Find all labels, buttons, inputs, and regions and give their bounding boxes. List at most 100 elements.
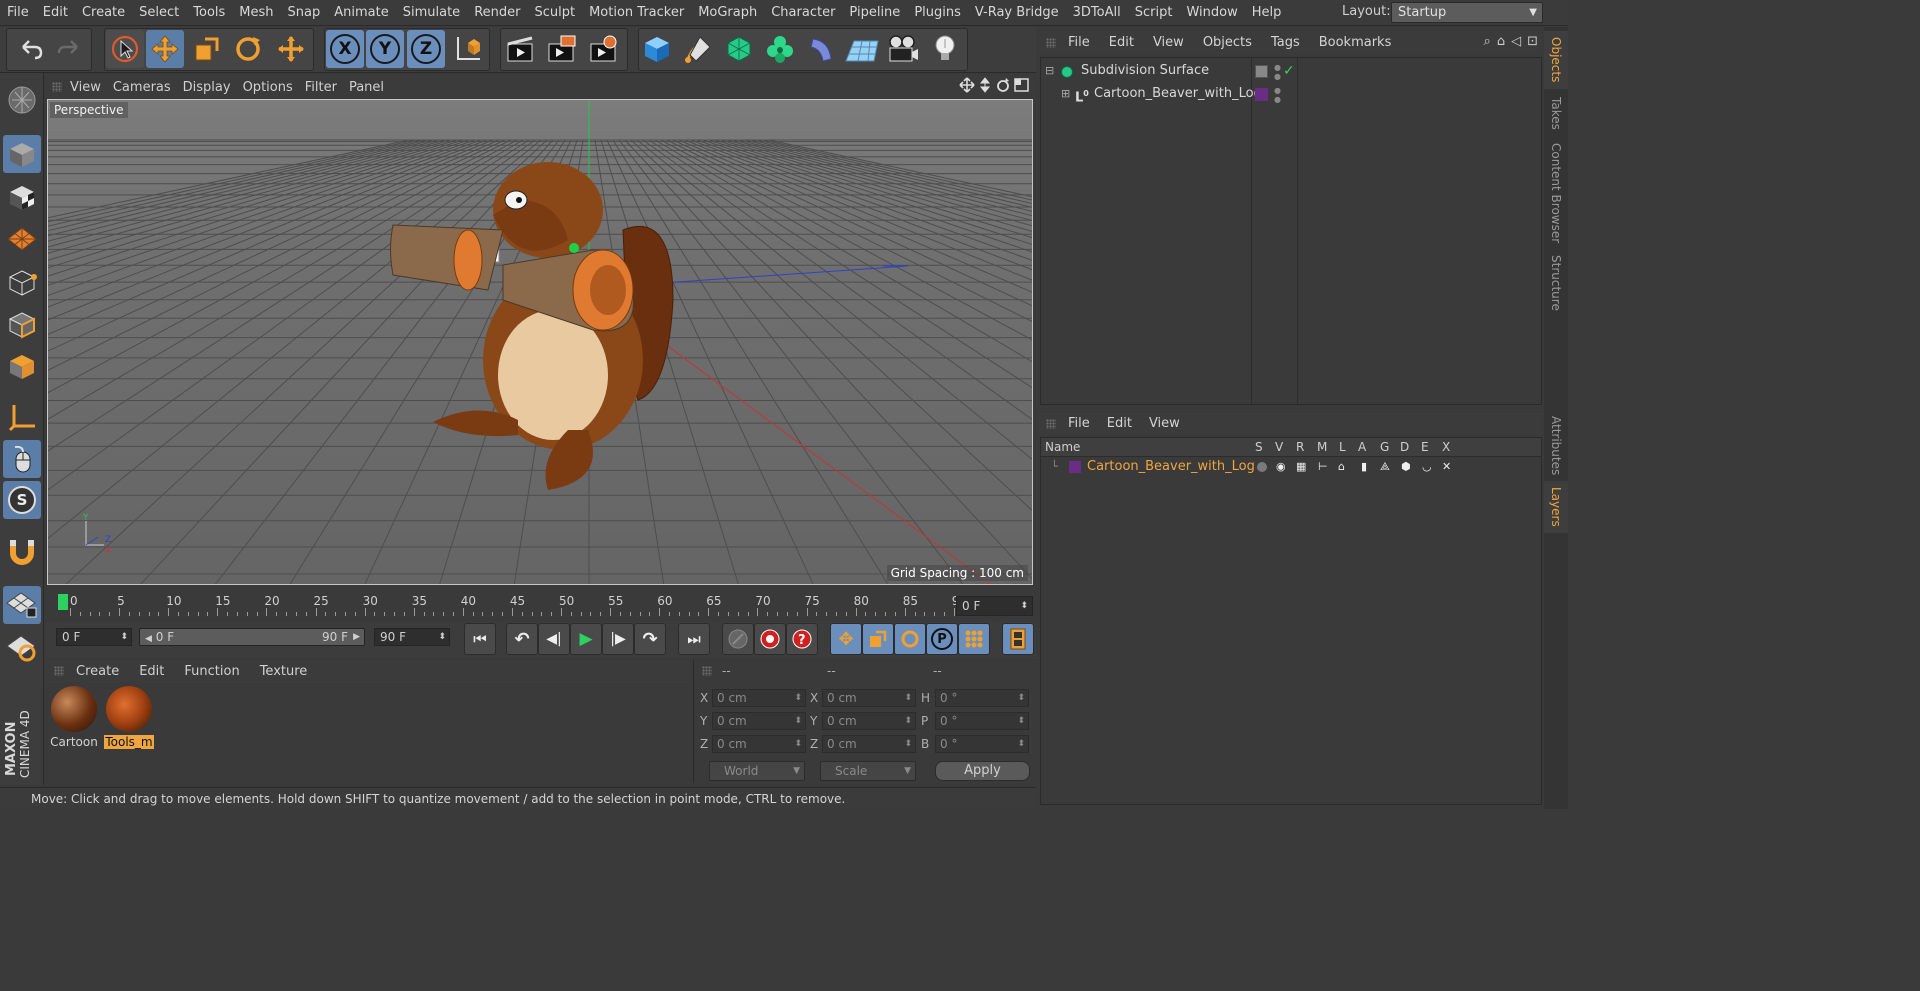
material-swatch[interactable]: Cartoon	[49, 686, 99, 749]
render-settings-button[interactable]	[585, 30, 623, 68]
xref-icon[interactable]: ✕	[1442, 458, 1451, 476]
menu-mesh[interactable]: Mesh	[232, 5, 280, 20]
rotate-tool[interactable]	[229, 30, 267, 68]
render-region-button[interactable]	[543, 30, 581, 68]
size-z-field[interactable]: 0 cm ⬍	[822, 735, 916, 753]
objects-menu-edit[interactable]: Edit	[1109, 35, 1153, 50]
undo-button[interactable]	[11, 30, 49, 68]
material-menu-function[interactable]: Function	[184, 664, 259, 679]
pos-z-field[interactable]: 0 cm ⬍	[712, 735, 806, 753]
key-pla-button[interactable]	[958, 623, 990, 655]
z-axis-lock[interactable]: Z	[407, 30, 445, 68]
menu-help[interactable]: Help	[1245, 5, 1289, 20]
coordinate-system-button[interactable]	[449, 30, 487, 68]
pan-icon[interactable]	[959, 77, 975, 93]
search-icon[interactable]: ⌕	[1484, 34, 1491, 49]
objects-menu-objects[interactable]: Objects	[1203, 35, 1271, 50]
key-parameter-button[interactable]: P	[926, 623, 958, 655]
objects-menu-file[interactable]: File	[1068, 35, 1109, 50]
pen-spline-button[interactable]	[679, 30, 717, 68]
go-to-start-button[interactable]: ⏮	[464, 623, 496, 655]
animation-film-icon[interactable]: ▮	[1361, 458, 1367, 476]
go-to-end-button[interactable]: ⏭	[678, 623, 710, 655]
menu-sculpt[interactable]: Sculpt	[527, 5, 582, 20]
make-editable-button[interactable]	[3, 81, 41, 119]
objects-menu-view[interactable]: View	[1153, 35, 1203, 50]
camera-button[interactable]	[884, 30, 922, 68]
subdivision-surface-button[interactable]	[720, 30, 758, 68]
layer-row[interactable]: └ Cartoon_Beaver_with_Log ◉ ▦ ⊢ ⌂ ▮ ⟁ ⬢ …	[1041, 458, 1541, 476]
locked-workplane-button[interactable]	[3, 629, 41, 667]
collapse-icon[interactable]: ⊟	[1045, 60, 1054, 82]
lock-icon[interactable]: ⌂	[1338, 458, 1345, 476]
key-rotation-button[interactable]	[894, 623, 926, 655]
viewport-menu-filter[interactable]: Filter	[305, 80, 349, 95]
snap-button[interactable]	[3, 533, 41, 571]
tab-attributes[interactable]: Attributes	[1544, 413, 1568, 479]
menu-window[interactable]: Window	[1179, 5, 1244, 20]
menu-create[interactable]: Create	[75, 5, 132, 20]
expand-icon[interactable]: ⊞	[1061, 83, 1070, 105]
current-frame-field[interactable]: 0 F ⬍	[956, 596, 1033, 616]
menu-plugins[interactable]: Plugins	[907, 5, 968, 20]
previous-key-button[interactable]: ↶	[506, 623, 538, 655]
deformer-button[interactable]	[802, 30, 840, 68]
size-mode-select[interactable]: Scale ▼	[820, 761, 916, 781]
home-icon[interactable]: ⌂	[1497, 34, 1505, 49]
maximize-view-icon[interactable]	[1014, 77, 1030, 93]
menu-motion-tracker[interactable]: Motion Tracker	[582, 5, 691, 20]
model-mode-button[interactable]	[3, 135, 41, 173]
range-slider[interactable]: ◀ 0 F 90 F ▶	[139, 628, 365, 646]
visibility-dots-icon[interactable]: ● ●	[1274, 83, 1281, 104]
light-button[interactable]	[926, 30, 964, 68]
solo-mode-button[interactable]: S	[3, 481, 41, 519]
points-mode-button[interactable]	[3, 263, 41, 301]
x-axis-lock[interactable]: X	[326, 30, 364, 68]
menu-character[interactable]: Character	[764, 5, 842, 20]
tweak-mode-button[interactable]	[3, 440, 41, 478]
render-view-button[interactable]	[502, 30, 540, 68]
start-frame-field[interactable]: 0 F ⬍	[56, 628, 132, 646]
tab-objects[interactable]: Objects	[1544, 31, 1568, 89]
menu-animate[interactable]: Animate	[327, 5, 395, 20]
deformer-icon[interactable]: ⬢	[1401, 458, 1411, 476]
perspective-viewport[interactable]: Perspective Grid Spacing : 100 cm Y Z X	[47, 99, 1033, 585]
coordinate-mode-select[interactable]: World ▼	[709, 761, 805, 781]
layers-menu-edit[interactable]: Edit	[1107, 416, 1149, 431]
menu-vray-bridge[interactable]: V-Ray Bridge	[968, 5, 1066, 20]
enabled-check-icon[interactable]: ✓	[1283, 60, 1295, 82]
viewport-menu-options[interactable]: Options	[243, 80, 305, 95]
material-swatch-selected[interactable]: Tools_m	[104, 686, 154, 749]
next-frame-button[interactable]: |▶	[602, 623, 634, 655]
apply-button[interactable]: Apply	[935, 761, 1030, 781]
workplane-mode-button[interactable]	[3, 220, 41, 258]
layers-menu-file[interactable]: File	[1068, 416, 1107, 431]
solo-toggle-icon[interactable]	[1257, 462, 1267, 472]
menu-edit[interactable]: Edit	[36, 5, 75, 20]
move-tool[interactable]	[146, 30, 184, 68]
live-selection-tool[interactable]	[106, 30, 144, 68]
workplane-lock-button[interactable]	[3, 586, 41, 624]
size-x-field[interactable]: 0 cm ⬍	[822, 689, 916, 707]
floor-button[interactable]	[843, 30, 881, 68]
eye-icon[interactable]: ◉	[1276, 458, 1286, 476]
timeline[interactable]: 051015202530354045505560657075808590	[46, 590, 1036, 620]
grip-handle[interactable]	[1046, 38, 1056, 48]
object-row[interactable]: ⊞ L0 Cartoon_Beaver_with_Log ● ●	[1041, 83, 1541, 105]
transform-tool[interactable]	[272, 30, 310, 68]
grip-handle[interactable]	[1046, 419, 1056, 429]
tab-content-browser[interactable]: Content Browser	[1544, 137, 1568, 249]
menu-script[interactable]: Script	[1128, 5, 1180, 20]
axis-mode-button[interactable]	[3, 398, 41, 436]
render-clapper-icon[interactable]: ▦	[1296, 458, 1306, 476]
expression-icon[interactable]: ◡	[1422, 458, 1432, 476]
grip-handle[interactable]	[52, 82, 62, 92]
key-position-button[interactable]: ✥	[830, 623, 862, 655]
play-button[interactable]: ▶	[570, 623, 602, 655]
menu-render[interactable]: Render	[467, 5, 527, 20]
timeline-ruler[interactable]: 051015202530354045505560657075808590	[58, 592, 967, 618]
tab-structure[interactable]: Structure	[1544, 251, 1568, 315]
rot-b-field[interactable]: 0 ° ⬍	[935, 735, 1029, 753]
timeline-window-button[interactable]	[1002, 623, 1034, 655]
scale-tool[interactable]	[188, 30, 226, 68]
